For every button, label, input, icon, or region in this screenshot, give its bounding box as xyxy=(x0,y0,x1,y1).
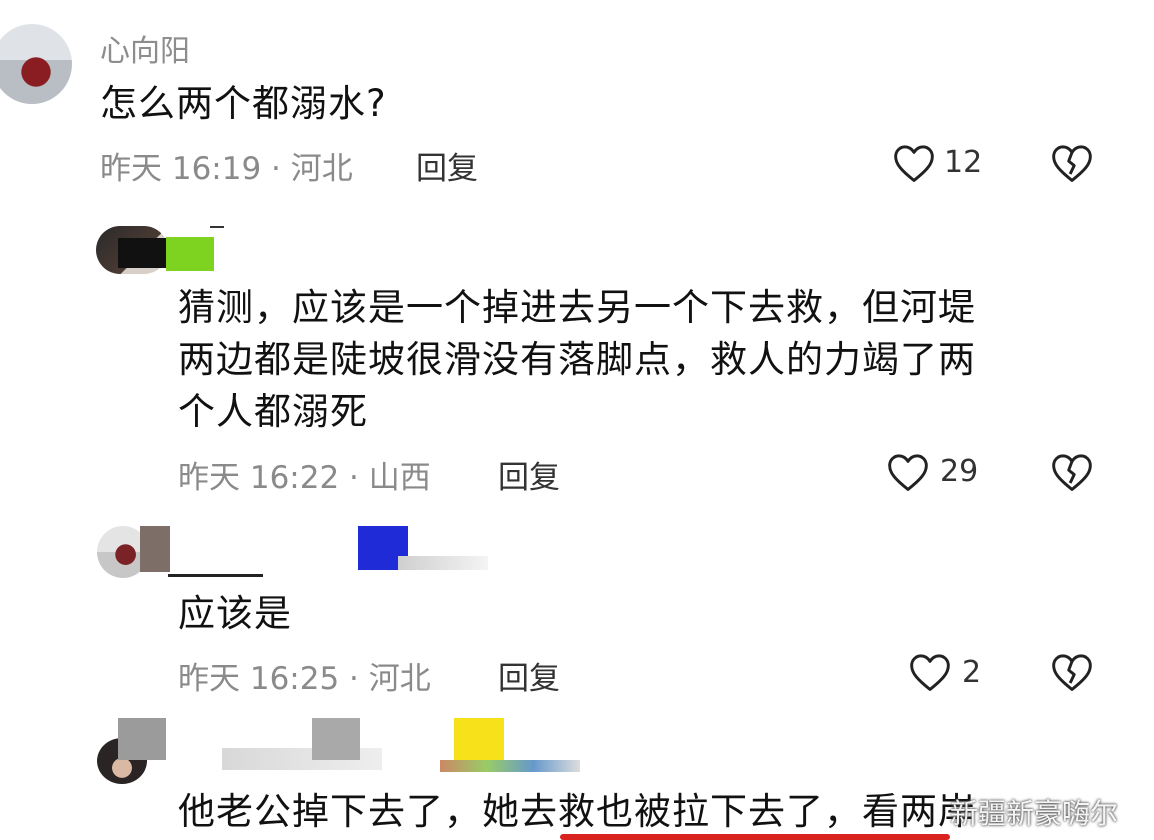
comment-text-line: 两边都是陡坡很滑没有落脚点，救人的力竭了两 xyxy=(178,338,976,381)
heart-outline-icon[interactable] xyxy=(892,142,936,184)
censor-block xyxy=(118,238,168,268)
censor-block xyxy=(454,718,504,762)
like-count: 12 xyxy=(944,145,983,180)
censor-smudge xyxy=(440,760,580,772)
censor-block xyxy=(312,718,360,760)
censor-block xyxy=(166,237,214,271)
comment-text-line: 个人都溺死 xyxy=(178,390,368,433)
heart-outline-icon[interactable] xyxy=(886,451,930,493)
censor-block xyxy=(140,526,170,572)
reply-button[interactable]: 回复 xyxy=(498,653,560,698)
broken-heart-icon[interactable] xyxy=(1050,451,1094,493)
comment-text: 他老公掉下去了，她去救也被拉下去了，看两岸 xyxy=(178,790,976,833)
like-count: 2 xyxy=(962,655,982,690)
comment-username[interactable]: 心向阳 xyxy=(100,26,190,70)
broken-heart-icon[interactable] xyxy=(1050,651,1094,693)
comment-text: 怎么两个都溺水? xyxy=(100,82,387,125)
comment-text-line: 猜测，应该是一个掉进去另一个下去救，但河堤 xyxy=(178,286,976,329)
reply-button[interactable]: 回复 xyxy=(498,452,560,497)
watermark-text: 新疆新豪嗨尔 xyxy=(950,797,1119,830)
comment-meta: 昨天 16:25 · 河北 xyxy=(178,661,431,697)
comment-text: 应该是 xyxy=(178,592,292,635)
reply-button[interactable]: 回复 xyxy=(416,143,478,188)
avatar[interactable] xyxy=(0,24,72,104)
censor-line xyxy=(210,226,224,228)
like-count: 29 xyxy=(940,454,979,489)
comment-meta: 昨天 16:19 · 河北 xyxy=(100,151,353,187)
broken-heart-icon[interactable] xyxy=(1050,142,1094,184)
censor-line xyxy=(168,574,263,577)
comment-meta: 昨天 16:22 · 山西 xyxy=(178,460,431,496)
censor-block xyxy=(118,718,166,760)
heart-outline-icon[interactable] xyxy=(908,651,952,693)
censor-smudge xyxy=(398,556,488,570)
red-underline xyxy=(560,834,950,840)
